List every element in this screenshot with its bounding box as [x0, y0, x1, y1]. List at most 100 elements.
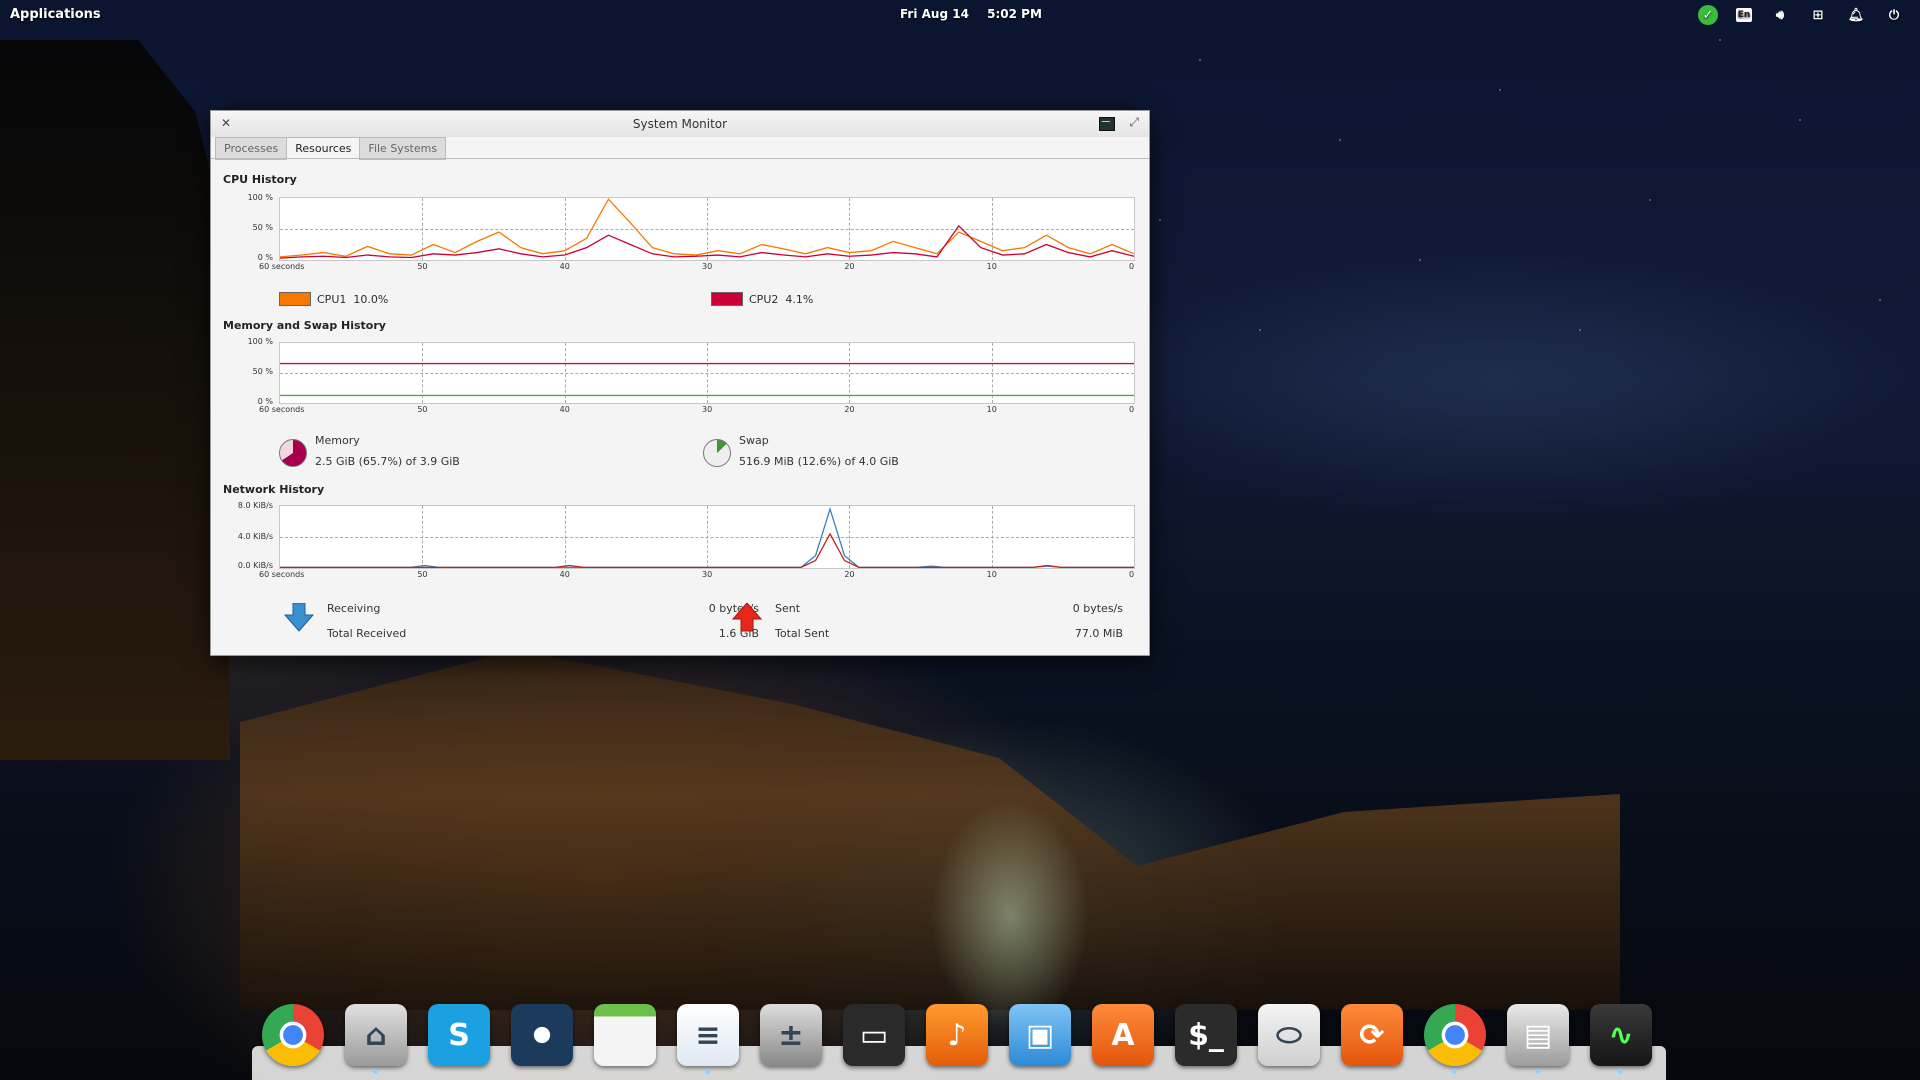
cpu1-value: 10.0% — [353, 292, 389, 306]
memory-history-graph — [279, 342, 1135, 404]
memory-xtick: 20 — [844, 405, 855, 414]
cpu-ytick: 0 % — [257, 253, 273, 262]
wallpaper-cliff — [0, 40, 230, 760]
skype-icon[interactable]: S — [428, 1004, 490, 1066]
update-icon[interactable]: ⟳ — [1341, 1004, 1403, 1066]
total-received-label: Total Received — [327, 627, 407, 640]
running-indicator — [373, 1069, 378, 1074]
swap-pie-icon[interactable] — [703, 439, 731, 467]
memory-pie-icon[interactable] — [279, 439, 307, 467]
cpu1-line — [280, 198, 1134, 258]
terminal-icon[interactable]: $_ — [1175, 1004, 1237, 1066]
cpu2-swatch[interactable] — [711, 292, 743, 306]
cpu-xtick: 0 — [1129, 262, 1135, 271]
cpu-ytick: 100 % — [247, 193, 273, 202]
notification-icon[interactable]: 🔔︎ — [1846, 6, 1866, 24]
memory-xtick: 0 — [1129, 405, 1135, 414]
memory-xtick: 10 — [986, 405, 997, 414]
cpu-xtick: 60 seconds — [259, 262, 305, 271]
network-xtick: 10 — [986, 570, 997, 579]
network-xtick: 30 — [702, 570, 713, 579]
files-icon[interactable]: ⌂ — [345, 1004, 407, 1074]
music-icon[interactable]: ♪ — [926, 1004, 988, 1066]
swap-value: 516.9 MiB (12.6%) of 4.0 GiB — [739, 455, 899, 468]
system-monitor-window: ✕ System Monitor ⤢ Processes Resources F… — [210, 110, 1150, 656]
cpu-xtick: 30 — [702, 262, 713, 271]
cpu-history-graph — [279, 197, 1135, 261]
switchboard-icon[interactable]: ⬭ — [1258, 1004, 1320, 1066]
receiving-label: Receiving — [327, 602, 381, 615]
steam-icon[interactable] — [511, 1004, 573, 1066]
tab-resources[interactable]: Resources — [286, 137, 361, 160]
volume-icon[interactable]: 🔊︎ — [1770, 6, 1790, 24]
tab-processes[interactable]: Processes — [215, 137, 288, 160]
running-indicator — [1618, 1069, 1623, 1074]
running-indicator — [1535, 1069, 1540, 1074]
swap-label: Swap — [739, 434, 769, 447]
wallpaper-water — [930, 800, 1090, 1030]
cpu1-name: CPU1 — [317, 292, 347, 306]
network-xtick: 50 — [417, 570, 428, 579]
applications-menu[interactable]: Applications — [10, 7, 101, 22]
network-xtick: 60 seconds — [259, 570, 305, 579]
keyboard-layout-icon[interactable]: En — [1736, 8, 1752, 22]
sent-value: 0 bytes/s — [1072, 602, 1123, 615]
installer-icon[interactable]: ▤ — [1507, 1004, 1569, 1074]
window-title: System Monitor — [632, 117, 728, 131]
network-xtick: 0 — [1129, 570, 1135, 579]
clock[interactable]: Fri Aug 14 5:02 PM — [900, 7, 1056, 21]
network-history-graph — [279, 505, 1135, 569]
maximize-icon[interactable]: ⤢ — [1129, 115, 1139, 130]
resources-content: CPU History 100 % 50 % 0 % 60 seconds 50 4… — [211, 158, 1149, 655]
sent-arrow-icon[interactable] — [731, 603, 763, 633]
chrome-icon-2[interactable] — [1424, 1004, 1486, 1074]
cpu2-name: CPU2 — [749, 292, 779, 306]
power-icon[interactable]: ⏻ — [1884, 6, 1904, 24]
tab-bar: Processes Resources File Systems — [215, 137, 447, 160]
appcenter-icon[interactable]: A — [1092, 1004, 1154, 1066]
cpu-xtick: 10 — [986, 262, 997, 271]
time-label: 5:02 PM — [987, 7, 1042, 21]
top-panel: Applications Fri Aug 14 5:02 PM ✓ En 🔊︎ … — [0, 0, 1920, 28]
cpu1-swatch[interactable] — [279, 292, 311, 306]
sent-line — [280, 532, 1134, 568]
writer-icon[interactable]: ≡ — [677, 1004, 739, 1074]
tab-file-systems[interactable]: File Systems — [359, 137, 447, 160]
memory-xtick: 30 — [702, 405, 713, 414]
system-tray: ✓ En 🔊︎ ⊞ 🔔︎ ⏻ — [1698, 5, 1904, 25]
date-label: Fri Aug 14 — [900, 7, 969, 21]
checkmark-icon[interactable]: ✓ — [1698, 5, 1718, 25]
cpu-xtick: 50 — [417, 262, 428, 271]
memory-xtick: 60 seconds — [259, 405, 305, 414]
photos-icon[interactable]: ▣ — [1009, 1004, 1071, 1066]
sent-label: Sent — [775, 602, 801, 615]
network-heading: Network History — [223, 483, 325, 496]
cpu-xtick: 40 — [559, 262, 570, 271]
memory-xtick: 50 — [417, 405, 428, 414]
cpu1-legend[interactable]: CPU1 10.0% — [279, 292, 388, 306]
network-xtick: 40 — [559, 570, 570, 579]
network-ytick: 8.0 KiB/s — [237, 501, 273, 510]
memory-heading: Memory and Swap History — [223, 319, 386, 332]
cpu2-legend[interactable]: CPU2 4.1% — [711, 292, 813, 306]
network-icon[interactable]: ⊞ — [1808, 6, 1828, 24]
monitor-indicator-icon[interactable] — [1099, 117, 1115, 131]
network-ytick: 0.0 KiB/s — [237, 561, 273, 570]
calculator-icon[interactable]: ± — [760, 1004, 822, 1066]
network-ytick: 4.0 KiB/s — [237, 532, 273, 541]
cpu-ytick: 50 % — [252, 223, 273, 232]
cpu-xtick: 20 — [844, 262, 855, 271]
running-indicator — [705, 1069, 710, 1074]
receiving-arrow-icon[interactable] — [283, 603, 315, 633]
network-xtick: 20 — [844, 570, 855, 579]
calendar-icon[interactable] — [594, 1004, 656, 1066]
memory-xtick: 40 — [559, 405, 570, 414]
memory-ytick: 50 % — [252, 367, 273, 376]
system-monitor-icon[interactable]: ∿ — [1590, 1004, 1652, 1074]
total-sent-label: Total Sent — [775, 627, 830, 640]
chrome-icon[interactable] — [262, 1004, 324, 1066]
dock-icons: ⌂ S ≡ ± ▭ ♪ ▣ A $_ ⬭ ⟳ ▤ ∿ — [262, 1004, 1652, 1074]
title-bar[interactable]: ✕ System Monitor ⤢ — [211, 111, 1149, 137]
receiving-line — [280, 506, 1134, 568]
screenshot-icon[interactable]: ▭ — [843, 1004, 905, 1066]
